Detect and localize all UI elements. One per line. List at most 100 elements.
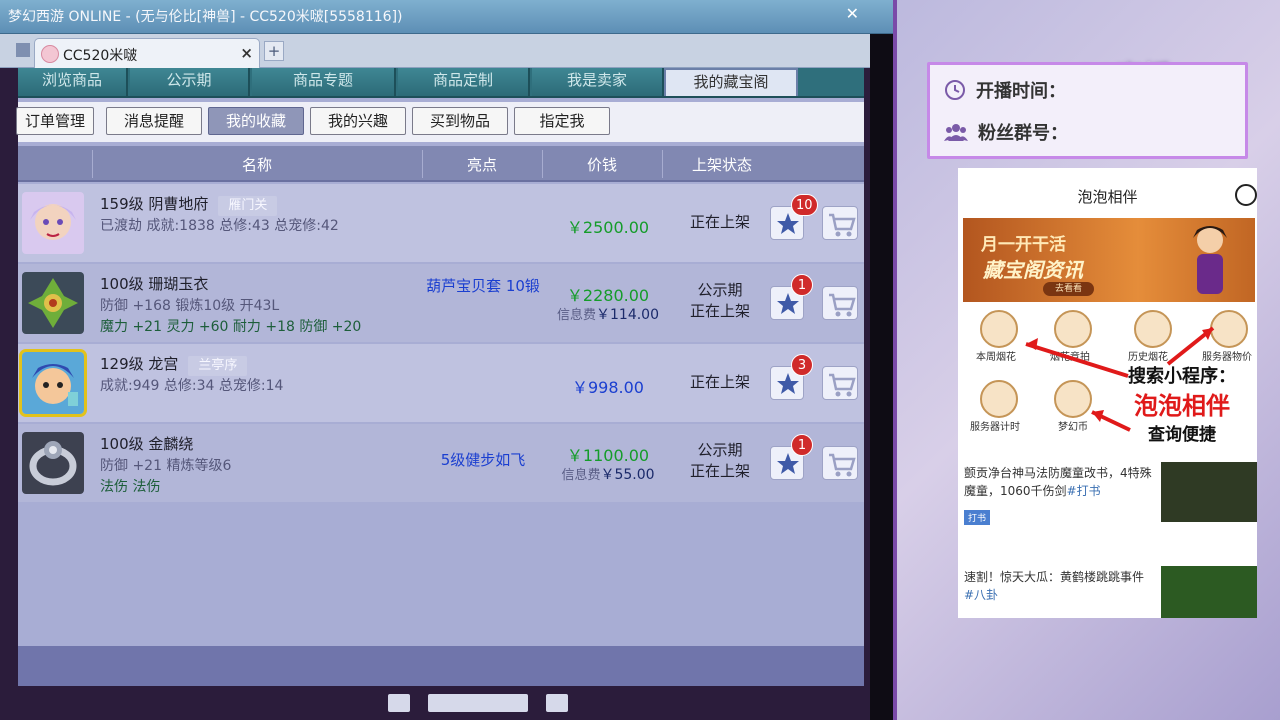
tab-list-icon[interactable]: [16, 43, 30, 57]
item-price: ￥2280.00: [566, 286, 650, 305]
column-name: 名称: [241, 156, 272, 174]
news-text: 速割！惊天大瓜：黄鹤楼跳跳事件: [964, 570, 1145, 584]
item-details: 成就:949 总修:34 总宠修:14: [100, 378, 284, 394]
start-time-label: 开播时间：: [976, 81, 1066, 102]
item-status-line: 正在上架: [689, 373, 750, 391]
item-status: 正在上架: [670, 372, 770, 393]
news-text: 颤贡净台神马法防魔童改书，4特殊魔童，1060千伤剑: [964, 466, 1152, 498]
cart-icon: [829, 373, 856, 397]
news-item-text[interactable]: 速割！惊天大瓜：黄鹤楼跳跳事件 #八卦: [964, 568, 1154, 604]
item-title[interactable]: 100级 金麟绕: [100, 433, 193, 454]
item-title-text: 129级 龙宫: [100, 355, 179, 373]
sub-tabs: 订单管理 消息提醒 我的收藏 我的兴趣 买到物品 指定我: [16, 102, 864, 142]
search-hint-line-2: 泡泡相伴: [1134, 392, 1230, 420]
table-header: 名称 亮点 价钱 上架状态: [18, 146, 864, 182]
add-to-cart-button[interactable]: [822, 286, 858, 320]
mini-program-screen: 泡泡相伴 月一开干活 藏宝阁资讯 去看看 本周烟花 烟花竞拍 历史烟花 服务器物…: [958, 168, 1257, 618]
browser-tab-title: CC520米啵: [63, 48, 138, 64]
news-hashtag[interactable]: #打书: [1067, 484, 1101, 498]
item-attributes: 法伤 法伤: [100, 479, 161, 495]
new-tab-button[interactable]: +: [264, 41, 284, 61]
browser-tab[interactable]: CC520米啵 ×: [34, 38, 260, 68]
favorite-count-badge: 1: [791, 434, 813, 456]
search-hint-line-1: 搜索小程序：: [1128, 366, 1236, 387]
panel-footer: [18, 646, 864, 686]
item-status-line: 正在上架: [689, 462, 750, 480]
message-reminder-button[interactable]: 消息提醒: [106, 107, 202, 135]
clock-icon: [944, 79, 966, 106]
my-favorites-button[interactable]: 我的收藏: [208, 107, 304, 135]
tab-seller[interactable]: 我是卖家: [532, 68, 664, 96]
item-fee: 信息费￥114.00: [538, 304, 678, 324]
item-status-line: 正在上架: [689, 302, 750, 320]
item-status: 正在上架: [670, 212, 770, 233]
table-row[interactable]: 159级 阴曹地府 雁门关 已渡劫 成就:1838 总修:43 总宠修:42 ￥2…: [18, 184, 864, 262]
fee-label: 信息费: [556, 308, 596, 323]
assigned-to-me-button[interactable]: 指定我: [514, 107, 610, 135]
character-avatar[interactable]: [19, 349, 87, 417]
news-hashtag[interactable]: #八卦: [964, 588, 998, 602]
table-row[interactable]: 100级 珊瑚玉衣 防御 +168 锻炼10级 开43L 魔力 +21 灵力 +…: [18, 264, 864, 342]
favorite-count-badge: 1: [791, 274, 813, 296]
group-icon: [944, 121, 968, 148]
server-tag: 雁门关: [218, 196, 278, 216]
table-row[interactable]: 100级 金麟绕 防御 +21 精炼等级6 法伤 法伤 5级健步如飞 ￥1100…: [18, 424, 864, 502]
item-status-line: 正在上架: [689, 213, 750, 231]
news-thumbnail[interactable]: [1161, 566, 1257, 618]
favorite-count-badge: 3: [791, 354, 813, 376]
purchased-items-button[interactable]: 买到物品: [412, 107, 508, 135]
news-thumbnail[interactable]: [1161, 462, 1257, 522]
tab-topics[interactable]: 商品专题: [252, 68, 396, 96]
prev-page-button[interactable]: [388, 694, 410, 712]
item-price: ￥998.00: [572, 378, 644, 397]
pagination-bar: [0, 686, 870, 720]
item-details: 防御 +168 锻炼10级 开43L: [100, 298, 280, 314]
my-interests-button[interactable]: 我的兴趣: [310, 107, 406, 135]
add-to-cart-button[interactable]: [822, 366, 858, 400]
game-window: 梦幻西游 ONLINE - (无与伦比[神兽] - CC520米啵[555811…: [0, 0, 897, 720]
item-price: ￥2500.00: [566, 218, 650, 237]
item-title[interactable]: 100级 珊瑚玉衣: [100, 273, 208, 294]
tab-public[interactable]: 公示期: [130, 68, 250, 96]
browser-tabstrip: CC520米啵 × +: [0, 34, 870, 68]
fan-group-row: 粉丝群号：: [944, 119, 1068, 148]
fee-value: ￥114.00: [596, 307, 659, 323]
column-highlight: 亮点: [466, 156, 497, 174]
tab-browse[interactable]: 浏览商品: [18, 68, 128, 96]
fan-group-label: 粉丝群号：: [978, 123, 1068, 144]
item-title[interactable]: 129级 龙宫 兰亭序: [100, 353, 248, 376]
window-title: 梦幻西游 ONLINE - (无与伦比[神兽] - CC520米啵[555811…: [8, 9, 403, 25]
window-edge: [870, 34, 893, 720]
add-to-cart-button[interactable]: [822, 446, 858, 480]
item-status-line: 公示期: [697, 281, 743, 299]
news-item-text[interactable]: 颤贡净台神马法防魔童改书，4特殊魔童，1060千伤剑#打书: [964, 464, 1154, 500]
tab-custom[interactable]: 商品定制: [398, 68, 530, 96]
favorite-count-badge: 10: [791, 194, 818, 216]
item-highlight: 5级健步如飞: [440, 451, 526, 469]
equipment-icon[interactable]: [22, 432, 84, 494]
search-hint-line-3: 查询便捷: [1148, 425, 1216, 445]
item-attributes: 魔力 +21 灵力 +60 耐力 +18 防御 +20: [100, 319, 362, 335]
top-tabs: 浏览商品 公示期 商品专题 商品定制 我是卖家 我的藏宝阁: [18, 68, 864, 98]
next-page-button[interactable]: [546, 694, 568, 712]
item-fee: 信息费￥55.00: [538, 464, 678, 484]
equipment-icon[interactable]: [22, 272, 84, 334]
character-avatar[interactable]: [22, 192, 84, 254]
item-highlight: 葫芦宝贝套 10锻: [426, 277, 540, 295]
item-details: 防御 +21 精炼等级6: [100, 458, 232, 474]
item-status-line: 公示期: [697, 441, 743, 459]
column-price: 价钱: [586, 156, 617, 174]
tab-close-icon[interactable]: ×: [240, 44, 253, 62]
fee-value: ￥55.00: [600, 467, 655, 483]
tab-favicon-icon: [41, 45, 59, 63]
item-status: 公示期 正在上架: [670, 440, 770, 482]
item-title[interactable]: 159级 阴曹地府 雁门关: [100, 193, 278, 216]
treasure-pavilion-panel: 浏览商品 公示期 商品专题 商品定制 我是卖家 我的藏宝阁 订单管理 消息提醒 …: [16, 68, 864, 686]
column-status: 上架状态: [691, 156, 752, 174]
tab-my-treasure[interactable]: 我的藏宝阁: [664, 68, 798, 96]
cart-icon: [829, 213, 856, 237]
add-to-cart-button[interactable]: [822, 206, 858, 240]
window-close-icon[interactable]: ✕: [846, 4, 859, 23]
table-row[interactable]: 129级 龙宫 兰亭序 成就:949 总修:34 总宠修:14 ￥998.00 正…: [18, 344, 864, 422]
order-management-button[interactable]: 订单管理: [16, 107, 94, 135]
